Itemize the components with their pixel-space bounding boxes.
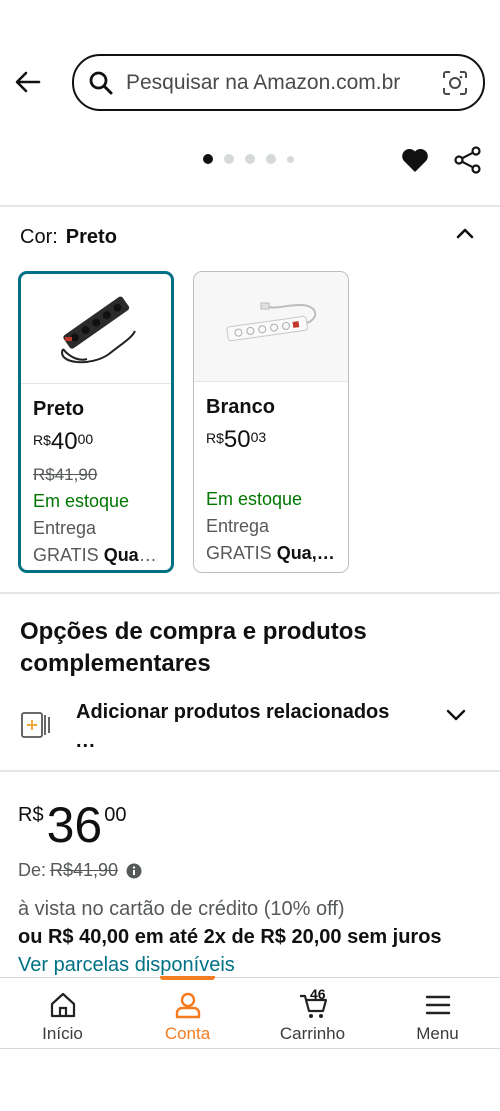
color-label-text: Cor: bbox=[20, 226, 58, 248]
section-divider bbox=[0, 205, 500, 207]
cart-count-badge: 46 bbox=[310, 986, 326, 1002]
share-icon[interactable] bbox=[453, 145, 483, 175]
list-price-label: De: bbox=[18, 860, 47, 880]
related-products-button[interactable]: Adicionar produtos relacionados bbox=[76, 700, 426, 724]
option-name: Branco bbox=[206, 396, 275, 418]
delivery-date: Qua,… bbox=[276, 543, 335, 563]
option-price: R$ 50 03 bbox=[206, 427, 336, 453]
list-price: De: R$41,90 bbox=[18, 860, 142, 881]
stock-status: Em estoque bbox=[206, 489, 303, 509]
option-name: Preto bbox=[33, 398, 85, 420]
product-image-white bbox=[194, 272, 348, 382]
option-price: R$ 40 00 bbox=[33, 429, 159, 455]
active-indicator bbox=[160, 976, 215, 980]
section-divider bbox=[0, 592, 500, 594]
nav-label: Menu bbox=[416, 1024, 459, 1043]
nav-label: Início bbox=[42, 1024, 83, 1043]
delivery-info: GRATIS Qua,… bbox=[33, 545, 159, 566]
price-fraction: 00 bbox=[104, 804, 127, 826]
view-installments-link[interactable]: Ver parcelas disponíveis bbox=[18, 954, 235, 977]
color-option-preto[interactable]: Preto R$ 40 00 R$41,90 Em estoque Entreg… bbox=[18, 271, 174, 573]
chevron-down-icon[interactable] bbox=[444, 703, 468, 727]
delivery-free: GRATIS bbox=[206, 543, 272, 563]
delivery-label: Entrega bbox=[33, 518, 97, 538]
stock-status: Em estoque bbox=[33, 491, 130, 511]
price-currency: R$ bbox=[18, 804, 44, 826]
nav-menu[interactable]: Menu bbox=[375, 978, 500, 1050]
selected-color: Preto bbox=[65, 226, 117, 248]
nav-label: Conta bbox=[164, 1024, 211, 1043]
nav-label: Carrinho bbox=[279, 1024, 346, 1043]
add-products-icon bbox=[21, 712, 50, 738]
hamburger-icon bbox=[425, 995, 450, 1015]
delivery-label: Entrega bbox=[206, 516, 270, 536]
camera-lens-icon[interactable] bbox=[441, 69, 469, 97]
account-icon bbox=[175, 992, 200, 1019]
price-fraction: 03 bbox=[250, 429, 267, 445]
heart-icon[interactable] bbox=[400, 145, 430, 175]
nav-account[interactable]: Conta bbox=[125, 976, 250, 1050]
info-icon[interactable] bbox=[126, 863, 142, 879]
search-input[interactable] bbox=[126, 70, 441, 95]
pager-dot[interactable] bbox=[245, 154, 255, 164]
installment-text: ou R$ 40,00 em até 2x de R$ 20,00 sem ju… bbox=[18, 926, 442, 948]
back-button[interactable] bbox=[8, 62, 48, 102]
nav-cart[interactable]: 46 Carrinho bbox=[250, 978, 375, 1050]
search-icon bbox=[89, 71, 113, 94]
chevron-up-icon[interactable] bbox=[452, 220, 478, 246]
list-price-value: R$41,90 bbox=[50, 860, 119, 880]
old-price bbox=[206, 463, 336, 485]
price-whole: 40 bbox=[50, 428, 78, 455]
section-title: Opções de compra e produtos complementar… bbox=[20, 618, 367, 677]
related-products-ellipsis: ... bbox=[76, 730, 96, 752]
bottom-nav: Início Conta 46 Carrinho Menu bbox=[0, 976, 500, 1050]
delivery-date: Qua,… bbox=[103, 545, 159, 565]
section-divider bbox=[0, 770, 500, 772]
price-fraction: 00 bbox=[77, 431, 94, 447]
color-option-branco[interactable]: Branco R$ 50 03 Em estoque Entrega GRATI… bbox=[193, 271, 349, 573]
color-label: Cor: Preto bbox=[20, 226, 117, 249]
price-whole: 36 bbox=[46, 797, 103, 853]
main-price: R$ 36 00 bbox=[18, 796, 126, 854]
delivery-info: GRATIS Qua,… bbox=[206, 543, 336, 564]
pager-dot[interactable] bbox=[224, 154, 234, 164]
image-pager[interactable] bbox=[203, 154, 294, 164]
product-image-black bbox=[21, 274, 171, 384]
search-bar[interactable] bbox=[72, 54, 485, 111]
home-icon bbox=[50, 992, 75, 1018]
nav-home[interactable]: Início bbox=[0, 978, 125, 1050]
price-currency: R$ bbox=[33, 432, 51, 448]
price-currency: R$ bbox=[206, 430, 224, 446]
old-price: R$41,90 bbox=[33, 465, 98, 484]
delivery-free: GRATIS bbox=[33, 545, 99, 565]
pager-dot[interactable] bbox=[266, 154, 276, 164]
pager-dot[interactable] bbox=[287, 155, 294, 163]
pager-dot[interactable] bbox=[203, 154, 213, 164]
arrow-left-icon bbox=[15, 71, 41, 93]
cash-discount-text: à vista no cartão de crédito (10% off) bbox=[18, 898, 345, 920]
price-whole: 50 bbox=[223, 426, 251, 453]
